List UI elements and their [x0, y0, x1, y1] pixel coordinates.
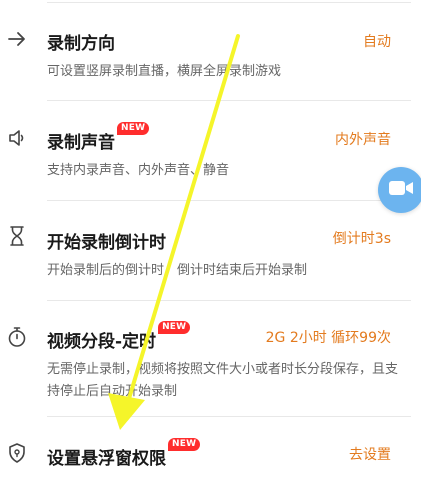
setting-title-text: 开始录制倒计时 — [47, 233, 166, 253]
setting-description: 开始录制后的倒计时，倒计时结束后开始录制 — [47, 263, 308, 278]
setting-value[interactable]: 2G 2小时 循环99次 — [266, 327, 391, 347]
setting-value[interactable]: 去设置 — [349, 444, 391, 464]
shield-icon — [6, 442, 28, 464]
setting-title-text: 录制声音 — [47, 133, 115, 153]
setting-title: 录制方向 — [47, 29, 115, 54]
divider — [47, 2, 411, 3]
setting-title: 视频分段-定时 NEW — [47, 321, 191, 352]
divider — [47, 100, 411, 101]
stopwatch-icon — [6, 326, 28, 348]
divider — [47, 300, 411, 301]
setting-value[interactable]: 自动 — [363, 31, 391, 51]
setting-title: 开始录制倒计时 — [47, 228, 166, 253]
hourglass-icon — [6, 225, 28, 247]
video-camera-icon — [388, 178, 414, 202]
setting-title-text: 录制方向 — [47, 34, 115, 54]
setting-title-text: 设置悬浮窗权限 — [47, 449, 166, 469]
setting-description: 支持内录声音、内外声音、静音 — [47, 163, 230, 178]
floating-record-button[interactable] — [378, 167, 421, 213]
setting-title: 设置悬浮窗权限 NEW — [47, 438, 201, 469]
new-badge: NEW — [158, 321, 191, 334]
new-badge: NEW — [117, 122, 150, 135]
setting-title: 录制声音 NEW — [47, 122, 150, 153]
arrow-right-icon — [6, 28, 28, 50]
setting-description: 无需停止录制，视频将按照文件大小或者时长分段保存，且支持停止后自动开始录制 — [47, 362, 399, 399]
setting-value[interactable]: 内外声音 — [335, 129, 391, 149]
setting-description: 可设置竖屏录制直播，横屏全屏录制游戏 — [47, 64, 282, 79]
setting-title-text: 视频分段-定时 — [47, 332, 157, 352]
new-badge: NEW — [168, 438, 201, 451]
divider — [47, 200, 411, 201]
setting-value[interactable]: 倒计时3s — [333, 228, 391, 248]
speaker-icon — [6, 127, 28, 149]
divider — [47, 416, 411, 417]
